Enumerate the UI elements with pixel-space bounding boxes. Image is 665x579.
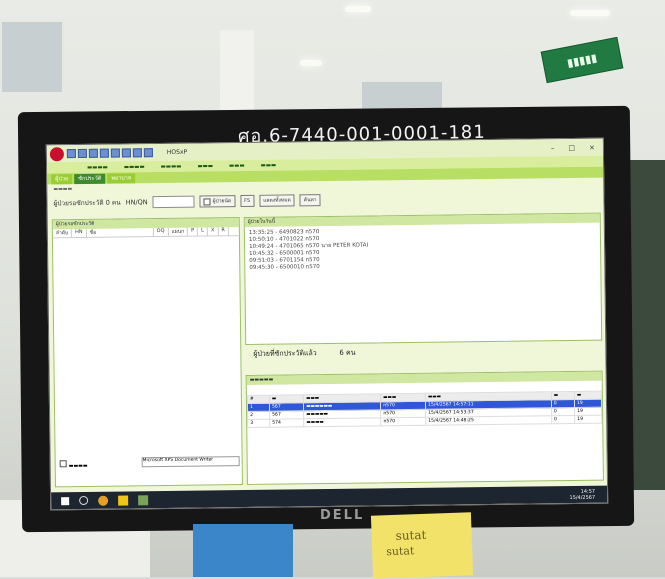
taskbar-clock: 14:57 15/4/2567 xyxy=(569,488,596,501)
search-button[interactable]: ค้นหา xyxy=(299,194,321,207)
printer-dropdown[interactable]: Microsoft XPS Document Writer xyxy=(141,456,240,468)
sticky-note: sutat sutat xyxy=(370,512,474,579)
minimize-button[interactable]: – xyxy=(551,144,555,152)
start-icon[interactable] xyxy=(61,496,70,505)
toolbar-icon[interactable] xyxy=(143,148,153,158)
tab-patient[interactable]: ผู้ป่วย xyxy=(51,174,73,185)
menu-item[interactable]: ▬▬▬▬ xyxy=(87,164,108,170)
completed-table: # ▬ ▬▬▬ ▬▬▬ ▬▬▬ ▬ ▬ 1 567 ▬▬▬▬▬▬ n570 15/4/2567 1… xyxy=(247,391,602,428)
completed-label: ผู้ป่วยที่ซักประวัติแล้ว xyxy=(253,349,317,358)
window-title: HOSxP xyxy=(166,148,188,156)
ceiling-light xyxy=(345,6,371,12)
toolbar-icon[interactable] xyxy=(121,148,131,158)
chrome-icon[interactable] xyxy=(98,495,109,506)
monitor-screen: HOSxP – □ × ▬▬▬▬ ▬▬▬▬ ▬▬▬▬ ▬▬▬ ▬▬▬ ▬▬▬ ผ… xyxy=(45,137,609,511)
completed-count: 6 คน xyxy=(339,348,356,357)
green-sign: ▮▮▮▮▮ xyxy=(540,36,624,84)
window xyxy=(0,20,64,94)
hn-label: HN/QN xyxy=(125,198,148,207)
menu-item[interactable]: ▬▬▬ xyxy=(229,162,245,168)
menu-item[interactable]: ▬▬▬▬ xyxy=(124,164,145,170)
completed-panel: ▬▬▬▬▬ # ▬ ▬▬▬ ▬▬▬ ▬▬▬ ▬ ▬ 1 567 ▬▬▬▬▬▬ n570 15/4/… xyxy=(245,370,604,485)
pillar xyxy=(220,30,254,110)
show-all-button[interactable]: แสดงทั้งหมด xyxy=(259,194,295,207)
hn-input[interactable] xyxy=(152,195,195,209)
visit-log: 13:35:25 - 6490823 n570 10:50:10 - 47010… xyxy=(245,223,601,275)
blue-object xyxy=(193,524,293,577)
toolbar-icon[interactable] xyxy=(88,148,98,158)
queue-label: ผู้ป่วยรอซักประวัติ 0 คน xyxy=(53,198,121,208)
explorer-icon[interactable] xyxy=(118,494,129,506)
tab-screening[interactable]: ซักประวัติ xyxy=(74,173,106,185)
f5-button[interactable]: F5 xyxy=(240,194,255,208)
app-icon[interactable] xyxy=(138,494,149,505)
monitor-brand: DELL xyxy=(320,508,365,523)
search-icon[interactable] xyxy=(79,495,89,506)
toolbar-icon[interactable] xyxy=(132,148,142,158)
today-log-panel: ผู้ป่วยในวันนี้ 13:35:25 - 6490823 n570 … xyxy=(243,212,603,346)
waiting-list-panel: ผู้ป่วยรอซักประวัติ ลำดับ HN ชื่อ OQ แผนก P… xyxy=(51,217,243,488)
menu-item[interactable]: ▬▬▬ xyxy=(197,163,213,169)
close-button[interactable]: × xyxy=(589,143,595,151)
app-logo-icon xyxy=(49,146,64,161)
appointment-button[interactable]: ผู้ป่วยนัด xyxy=(199,195,236,208)
waiting-columns: ลำดับ HN ชื่อ OQ แผนก P LX R xyxy=(52,227,239,239)
maximize-button[interactable]: □ xyxy=(568,143,575,151)
ceiling-light xyxy=(570,10,610,16)
filter-checkbox[interactable]: ▬▬▬▬ xyxy=(59,459,140,469)
toolbar-icon[interactable] xyxy=(99,148,109,158)
ceiling-light xyxy=(300,60,322,66)
toolbar-icon[interactable] xyxy=(77,148,87,159)
menu-item[interactable]: ▬▬▬ xyxy=(261,162,277,168)
tab-nurse[interactable]: พยาบาล xyxy=(107,173,136,184)
menu-item[interactable]: ▬▬▬▬ xyxy=(161,163,182,169)
toolbar-icon[interactable] xyxy=(110,148,120,158)
toolbar-icon[interactable] xyxy=(66,149,76,159)
